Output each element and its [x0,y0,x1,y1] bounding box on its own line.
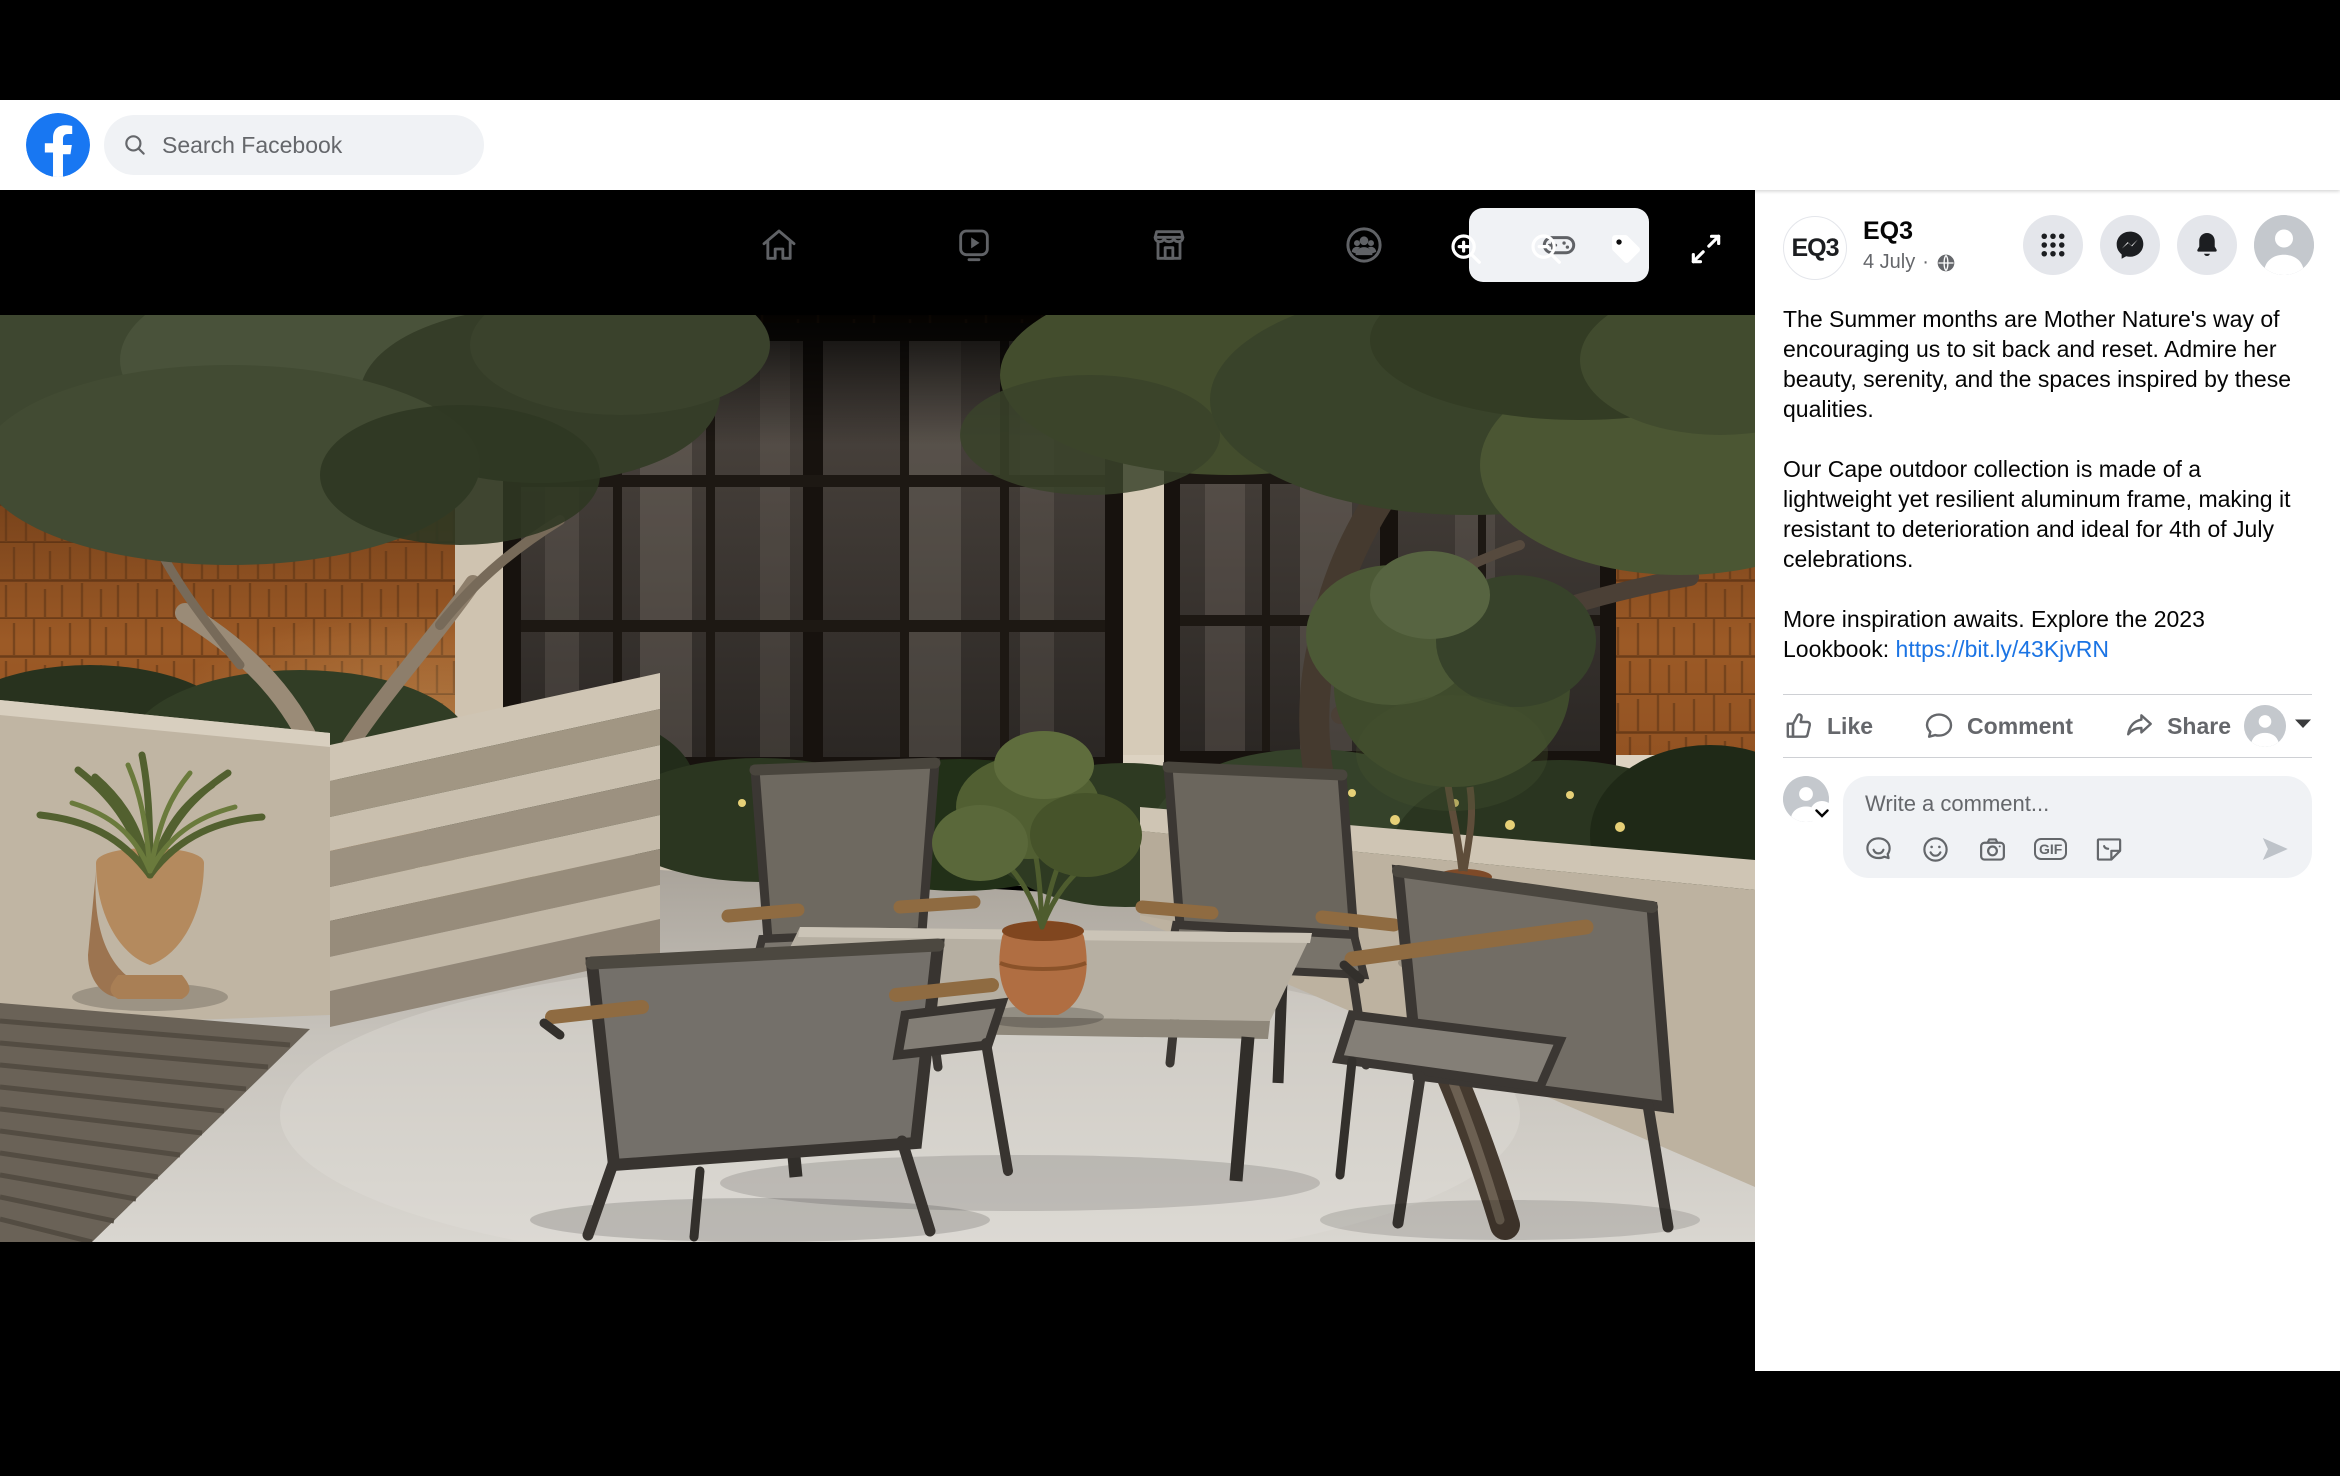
facebook-header [0,100,2340,190]
tag-photo-button[interactable] [1607,230,1645,268]
composer-avatar[interactable] [1783,776,1829,822]
apps-grid-icon [2038,230,2068,260]
page-avatar[interactable]: EQ3 [1783,216,1847,280]
like-icon [1783,710,1815,742]
photo-viewer-controls [1447,230,1725,268]
search-icon [122,132,148,158]
sticker-icon [2093,834,2124,865]
home-icon [759,225,799,265]
post-meta: 4 July · [1863,251,1956,274]
post-paragraph: Our Cape outdoor collection is made of a… [1783,454,2312,574]
watch-icon [954,225,994,265]
page-name[interactable]: EQ3 [1863,216,1956,246]
comment-icon [1923,710,1955,742]
avatar-sticker-button[interactable] [1863,834,1894,865]
post-body: The Summer months are Mother Nature's wa… [1783,304,2312,664]
like-button[interactable]: Like [1783,710,1873,742]
zoom-in-icon [1447,230,1485,268]
header-right-buttons [2023,215,2314,275]
chevron-down-icon [2294,718,2312,730]
nav-tab-watch[interactable] [876,200,1071,290]
photo-viewer-page: EQ3 EQ3 4 July · Th [0,0,2340,1476]
comment-input[interactable] [1863,790,2296,818]
gif-icon: GIF [2034,838,2067,860]
post-paragraph: The Summer months are Mother Nature's wa… [1783,304,2312,424]
search-bar[interactable] [104,115,484,175]
bell-icon [2191,229,2223,261]
account-button[interactable] [2254,215,2314,275]
fullscreen-button[interactable] [1687,230,1725,268]
post-paragraph: More inspiration awaits. Explore the 202… [1783,604,2312,664]
post-panel: EQ3 EQ3 4 July · Th [1755,190,2340,1371]
tag-icon [1607,230,1645,268]
avatar-placeholder-icon [2254,215,2314,275]
share-button[interactable]: Share [2123,710,2231,742]
photo-stage [0,190,1755,1476]
comment-as-avatar[interactable] [2244,705,2286,747]
emoji-icon [1920,834,1951,865]
comment-as-caret-button[interactable] [2294,717,2312,735]
camera-icon [1977,834,2008,865]
post-date[interactable]: 4 July [1863,251,1915,274]
expand-icon [1687,230,1725,268]
meta-dot: · [1922,251,1929,274]
notifications-button[interactable] [2177,215,2237,275]
search-input[interactable] [160,131,464,160]
apps-menu-button[interactable] [2023,215,2083,275]
nav-tab-marketplace[interactable] [1071,200,1266,290]
zoom-in-button[interactable] [1447,230,1485,268]
zoom-out-button[interactable] [1527,230,1565,268]
send-comment-button[interactable] [2258,832,2292,866]
comment-box[interactable]: GIF [1843,776,2312,878]
comment-composer: GIF [1783,776,2312,878]
nav-tab-groups[interactable] [1266,200,1461,290]
post-photo[interactable] [0,315,1755,1242]
chevron-down-icon [1815,809,1829,818]
nav-tab-home[interactable] [681,200,876,290]
send-icon [2258,832,2292,866]
patio-photo-illustration [0,315,1755,1242]
globe-icon [1936,253,1956,273]
avatar-sticker-icon [1863,834,1894,865]
post-header-text: EQ3 4 July · [1863,216,1956,274]
messenger-button[interactable] [2100,215,2160,275]
groups-icon [1343,224,1385,266]
like-label: Like [1827,713,1873,740]
comment-button[interactable]: Comment [1923,710,2073,742]
attach-photo-button[interactable] [1977,834,2008,865]
share-label: Share [2167,713,2231,740]
facebook-logo-icon[interactable] [26,113,90,177]
sticker-button[interactable] [2093,834,2124,865]
messenger-icon [2113,228,2147,262]
zoom-out-icon [1527,230,1565,268]
marketplace-icon [1149,225,1189,265]
avatar-placeholder-icon [2244,705,2286,747]
switch-profile-badge[interactable] [1810,801,1834,825]
post-actions: Like Comment Share [1783,695,2312,757]
share-icon [2123,710,2155,742]
emoji-button[interactable] [1920,834,1951,865]
post-link[interactable]: https://bit.ly/43KjvRN [1896,636,2109,662]
comment-label: Comment [1967,713,2073,740]
comment-tools: GIF [1863,832,2292,866]
gif-button[interactable]: GIF [2034,838,2067,860]
divider [1783,757,2312,758]
